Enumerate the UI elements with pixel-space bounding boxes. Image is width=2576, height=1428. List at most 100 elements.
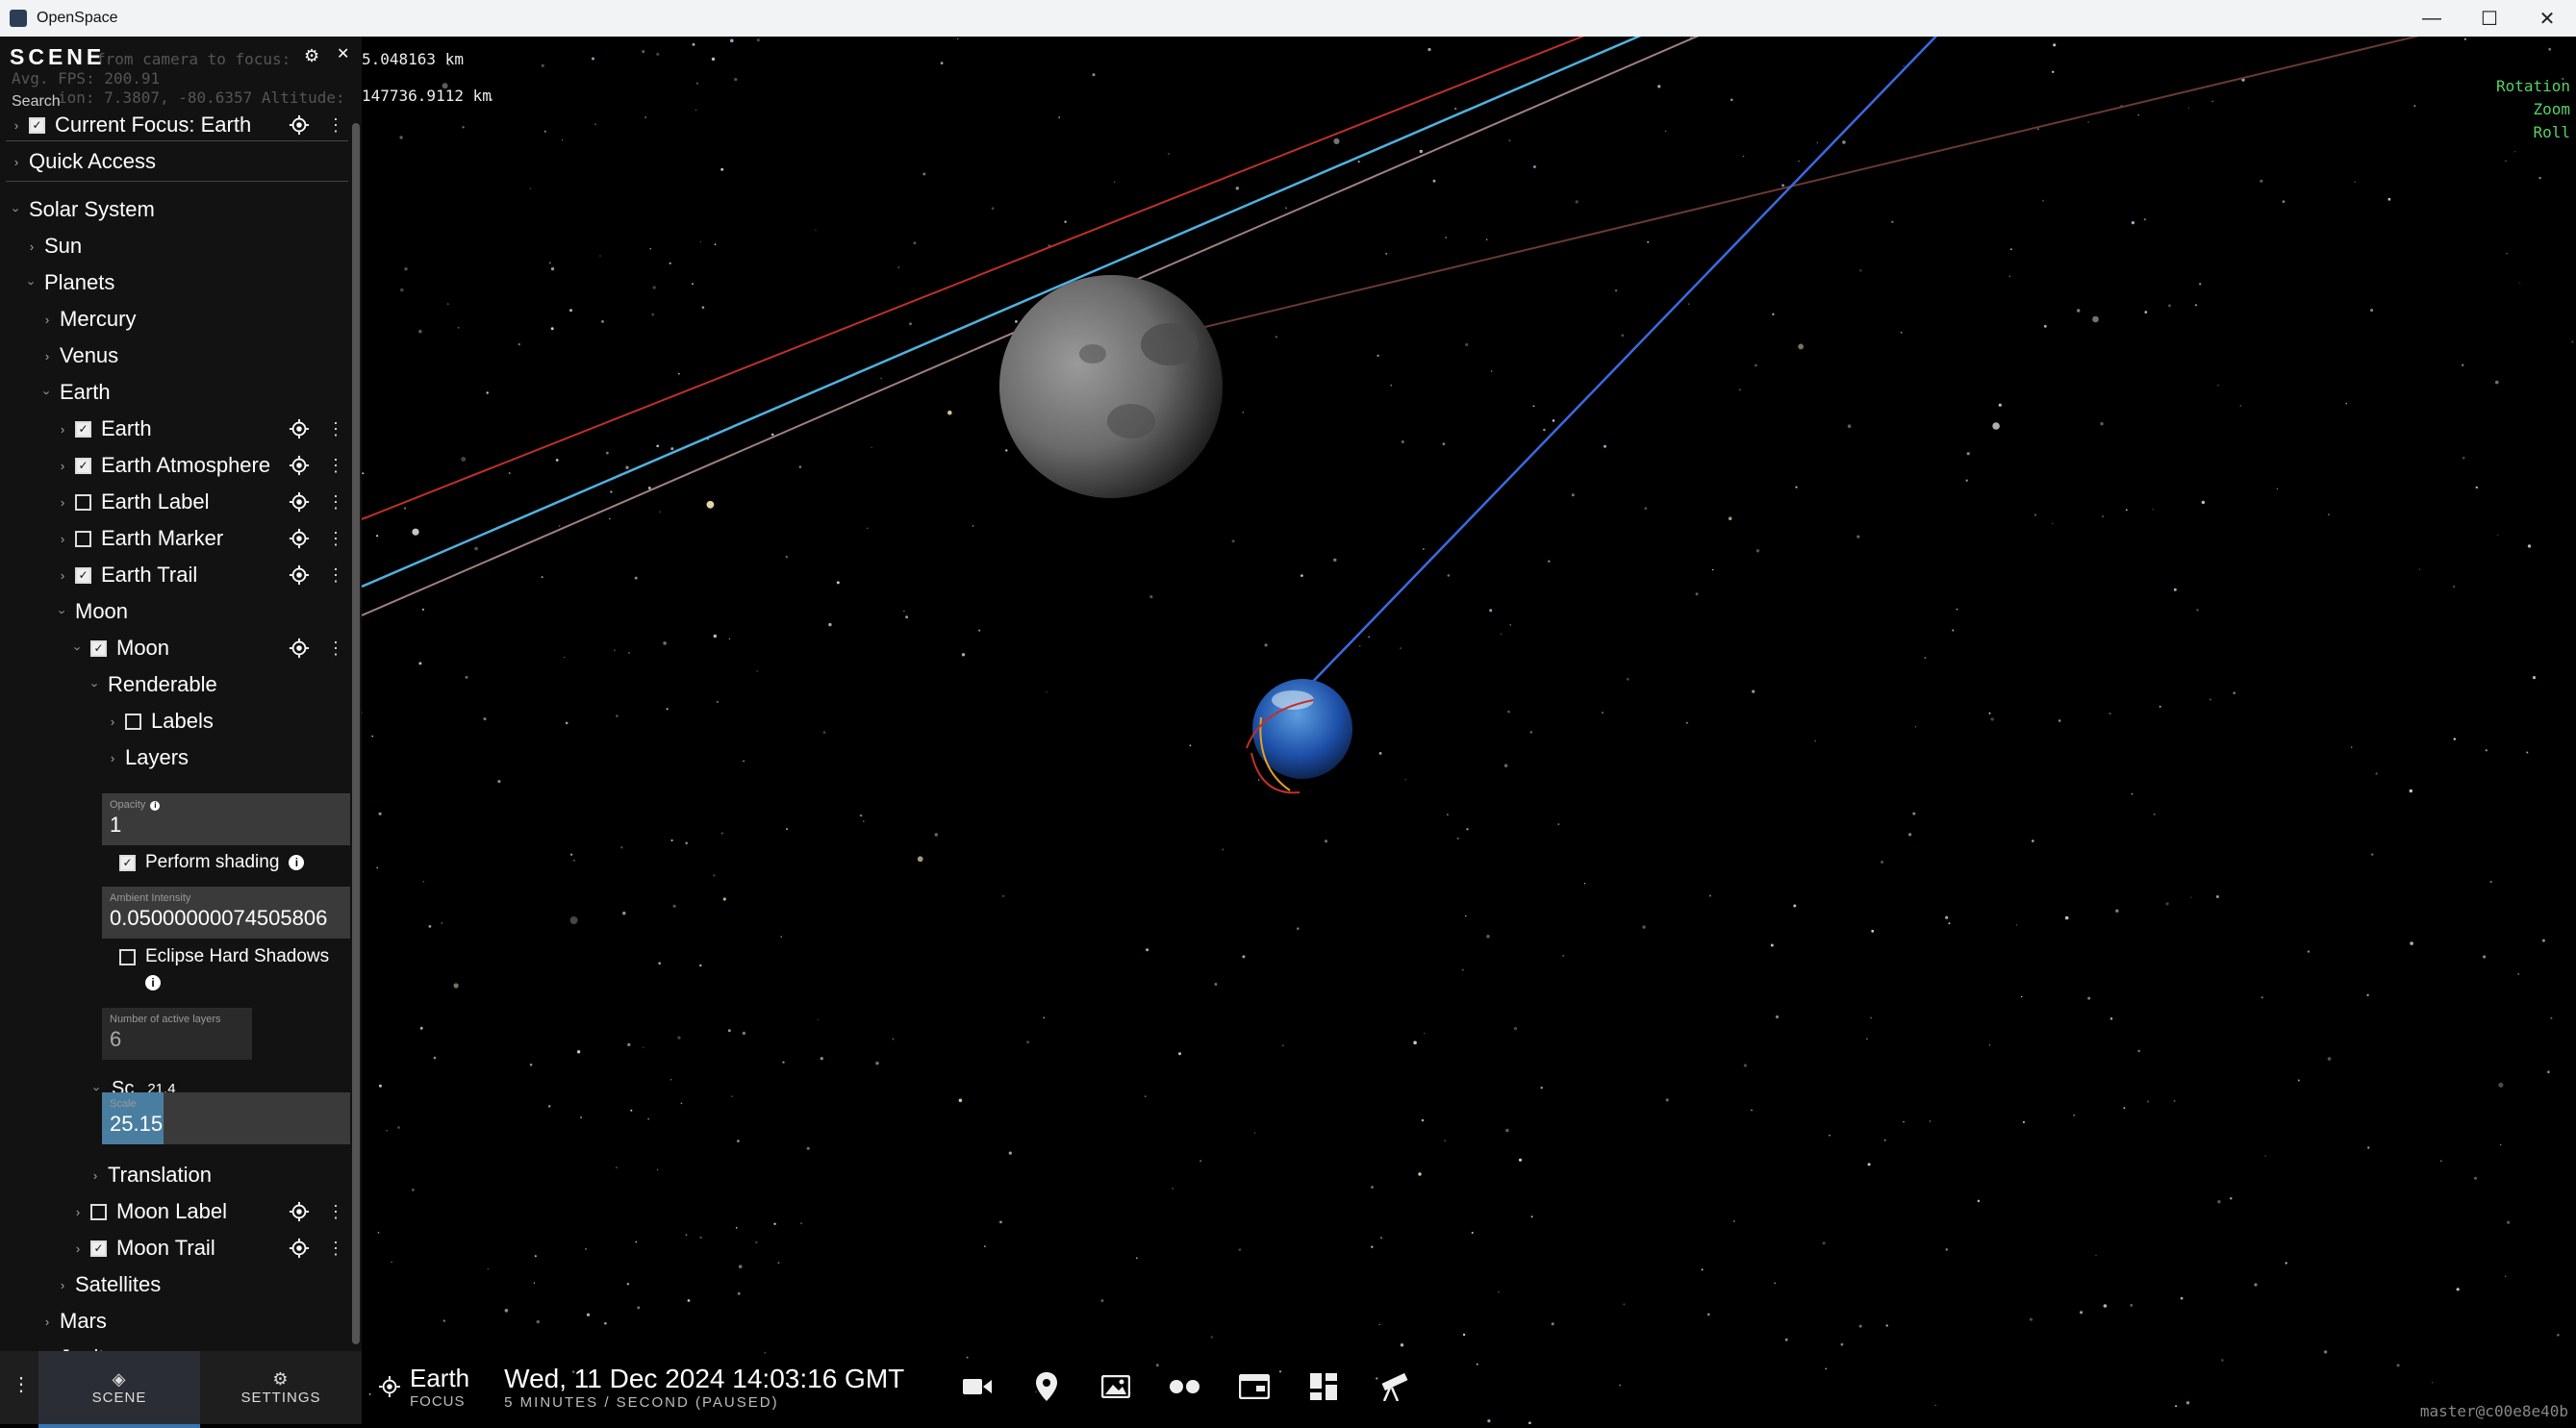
chevron-right-icon[interactable]: › <box>106 714 119 729</box>
tree-row[interactable]: › Translation <box>0 1158 350 1192</box>
focus-target-icon[interactable] <box>289 1201 310 1222</box>
tree-row[interactable]: › ✓ Moon ⋮ <box>0 631 350 665</box>
chevron-right-icon[interactable]: › <box>10 118 23 133</box>
chevron-right-icon[interactable]: › <box>56 568 69 583</box>
tree-row[interactable]: › Planets <box>0 265 350 300</box>
focus-target-icon[interactable] <box>289 528 310 549</box>
scale-slider[interactable]: Scale 25.15 <box>102 1092 350 1144</box>
close-icon[interactable]: ✕ <box>337 44 349 63</box>
chevron-down-icon[interactable]: › <box>10 203 24 217</box>
chevron-down-icon[interactable]: › <box>88 678 103 692</box>
tree-row[interactable]: › Solar System <box>0 192 350 227</box>
info-icon[interactable]: i <box>150 800 161 811</box>
focus-target-icon[interactable] <box>289 638 310 659</box>
ambient-intensity-field[interactable]: Ambient Intensity 0.05000000074505806 <box>102 887 350 939</box>
tree-row[interactable]: › ✓ Earth Atmosphere ⋮ <box>0 448 350 483</box>
tree-row[interactable]: › ✓ Moon Trail ⋮ <box>0 1231 350 1265</box>
checkbox[interactable] <box>119 948 136 965</box>
chevron-right-icon[interactable]: › <box>88 1168 102 1183</box>
chevron-right-icon[interactable]: › <box>40 349 54 363</box>
chevron-right-icon[interactable]: › <box>56 495 69 510</box>
chevron-right-icon[interactable]: › <box>10 155 23 169</box>
tab-scene[interactable]: ◈ SCENE <box>38 1351 200 1428</box>
visibility-checkbox[interactable]: ✓ <box>29 116 45 134</box>
visibility-checkbox[interactable] <box>75 530 91 547</box>
chevron-right-icon[interactable]: › <box>71 1241 85 1256</box>
more-vert-icon[interactable]: ⋮ <box>327 529 344 549</box>
telescope-icon[interactable] <box>1358 1358 1427 1415</box>
tree-row[interactable]: › ✓ Current Focus: Earth ⋮ <box>0 108 350 142</box>
more-vert-icon[interactable]: ⋮ <box>327 639 344 659</box>
render-viewport[interactable]: 5.048163 km 147736.9112 km Rotation Zoom… <box>362 37 2576 1424</box>
visibility-checkbox[interactable]: ✓ <box>90 639 107 657</box>
visibility-checkbox[interactable] <box>90 1203 107 1220</box>
more-vert-icon[interactable]: ⋮ <box>327 492 344 513</box>
visibility-checkbox[interactable]: ✓ <box>75 566 91 584</box>
close-button[interactable]: ✕ <box>2518 0 2576 37</box>
more-vert-icon[interactable]: ⋮ <box>327 419 344 439</box>
more-vert-icon[interactable]: ⋮ <box>327 456 344 476</box>
focus-target-icon[interactable] <box>289 491 310 513</box>
chevron-right-icon[interactable]: › <box>40 313 54 327</box>
tree-row[interactable]: › Layers <box>0 740 350 775</box>
tree-row[interactable]: › Sun <box>0 229 350 263</box>
more-vert-icon[interactable]: ⋮ <box>327 115 344 136</box>
chevron-right-icon[interactable]: › <box>25 239 38 254</box>
visibility-checkbox[interactable]: ✓ <box>90 1240 107 1257</box>
focus-button[interactable]: Earth FOCUS <box>379 1364 469 1410</box>
tree-row[interactable]: › Venus <box>0 338 350 373</box>
visibility-checkbox[interactable]: ✓ <box>75 457 91 474</box>
tree-row[interactable]: › Moon Label ⋮ <box>0 1194 350 1229</box>
tree-row[interactable]: › Earth <box>0 375 350 410</box>
dashboard-icon[interactable] <box>1289 1358 1358 1415</box>
checkbox[interactable]: ✓ <box>119 854 136 871</box>
tree-row[interactable]: › Earth Label ⋮ <box>0 485 350 519</box>
focus-target-icon[interactable] <box>289 564 310 586</box>
visibility-checkbox[interactable] <box>125 713 141 730</box>
panel-scrollbar[interactable] <box>352 123 360 1344</box>
chevron-right-icon[interactable]: › <box>40 1315 54 1329</box>
chevron-down-icon[interactable]: › <box>40 386 55 400</box>
image-icon[interactable] <box>1081 1358 1150 1415</box>
chevron-right-icon[interactable]: › <box>56 532 69 546</box>
gear-icon[interactable]: ⚙ <box>304 46 319 66</box>
more-vert-icon[interactable]: ⋮ <box>327 1239 344 1259</box>
tree-row[interactable]: › Labels <box>0 704 350 739</box>
more-vert-icon[interactable]: ⋮ <box>12 1372 31 1396</box>
focus-target-icon[interactable] <box>289 1238 310 1259</box>
chevron-down-icon[interactable]: › <box>71 641 86 656</box>
perform-shading-checkbox[interactable]: ✓ Perform shading i <box>114 852 305 873</box>
tree-row[interactable]: › Renderable <box>0 667 350 702</box>
focus-target-icon[interactable] <box>289 418 310 439</box>
tree-row[interactable]: › Quick Access <box>0 144 350 179</box>
visibility-checkbox[interactable]: ✓ <box>75 420 91 438</box>
eclipse-hard-shadows-checkbox[interactable]: Eclipse Hard Shadows <box>114 946 329 967</box>
info-icon[interactable]: i <box>145 975 161 990</box>
tree-row[interactable]: › Moon <box>0 594 350 629</box>
tree-row[interactable]: › Mars <box>0 1304 350 1339</box>
chevron-right-icon[interactable]: › <box>71 1205 85 1219</box>
tree-row[interactable]: › ✓ Earth ⋮ <box>0 412 350 446</box>
camera-icon[interactable] <box>943 1358 1012 1415</box>
visibility-checkbox[interactable] <box>75 493 91 511</box>
more-vert-icon[interactable]: ⋮ <box>327 1202 344 1222</box>
chevron-right-icon[interactable]: › <box>56 459 69 473</box>
info-icon[interactable]: i <box>289 855 305 870</box>
map-pin-icon[interactable] <box>1012 1358 1081 1415</box>
chevron-right-icon[interactable]: › <box>106 751 119 765</box>
more-vert-icon[interactable]: ⋮ <box>327 565 344 586</box>
chevron-right-icon[interactable]: › <box>56 422 69 437</box>
focus-target-icon[interactable] <box>289 455 310 476</box>
minimize-button[interactable]: — <box>2403 0 2461 37</box>
tree-row[interactable]: › ✓ Earth Trail ⋮ <box>0 558 350 592</box>
chevron-right-icon[interactable]: › <box>56 1278 69 1292</box>
flickr-icon[interactable] <box>1150 1358 1220 1415</box>
tab-settings[interactable]: ⚙ SETTINGS <box>200 1351 362 1424</box>
chevron-down-icon[interactable]: › <box>56 605 70 619</box>
tree-row[interactable]: › Earth Marker ⋮ <box>0 521 350 556</box>
tree-row[interactable]: › Mercury <box>0 302 350 337</box>
opacity-field[interactable]: Opacity i 1 <box>102 793 350 845</box>
browser-icon[interactable] <box>1220 1358 1289 1415</box>
focus-target-icon[interactable] <box>289 114 310 136</box>
tree-row[interactable]: › Satellites <box>0 1267 350 1302</box>
